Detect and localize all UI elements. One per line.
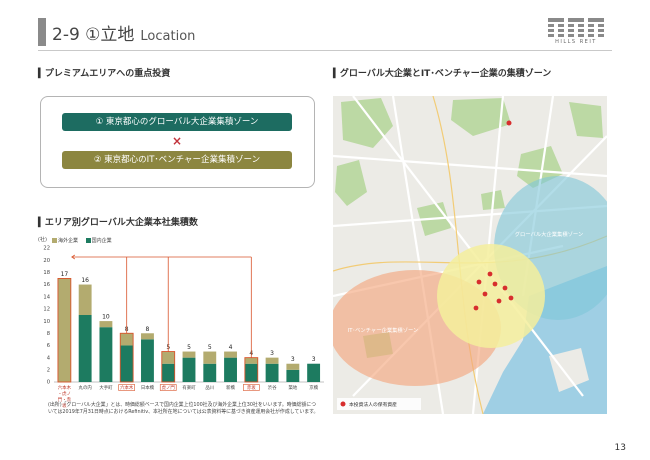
bar-segment [244,357,258,364]
asset-marker [476,279,482,285]
y-tick-label: 14 [43,294,50,300]
bar-segment [307,363,321,382]
map-legend-label: 本投資法人の保有資産 [349,401,397,408]
bar-total-label: 10 [102,314,110,321]
asset-marker [496,298,502,304]
y-tick-label: 16 [43,282,50,288]
bar-segment [203,351,217,364]
y-tick-label: 0 [47,380,50,386]
category-label: ・虎ノ [58,390,71,397]
category-label: 六本木 [120,384,134,391]
page-number: 13 [614,443,626,453]
bar-total-label: 3 [312,356,316,363]
page-title: 2-9 ①立地 Location [52,20,195,45]
bar-total-label: 16 [81,277,89,284]
category-label: 日本橋 [141,384,155,391]
cross-mark: × [171,134,183,148]
bar-total-label: 3 [291,356,295,363]
bar-segment [203,363,217,382]
y-tick-label: 18 [43,270,50,276]
bar-total-label: 17 [61,271,69,278]
premium-area-heading-text: プレミアムエリアへの重点投資 [44,69,171,79]
bar-segment [120,333,134,346]
category-label: 大手町 [99,384,113,391]
category-label: 虎ノ門 [162,384,176,391]
bar-segment [265,357,279,364]
tokyo-zone-map: グローバル大企業集積ゾーン IT･ベンチャー企業集積ゾーン 本投資法人の保有資産 [333,96,607,414]
y-tick-label: 22 [43,246,50,252]
category-label: 有楽町 [182,384,196,391]
asset-marker [482,291,488,297]
y-tick-label: 12 [43,307,50,313]
asset-marker [508,295,514,301]
bar-segment [120,345,134,382]
bar-segment [141,333,154,340]
bar-segment [182,357,196,382]
bar-segment [99,327,113,382]
category-label: 渋谷 [268,384,277,391]
global-zone-pill: ① 東京都心のグローバル大企業集積ゾーン [62,113,292,131]
bar-segment [224,351,237,358]
bar-total-label: 5 [187,344,191,351]
bar-total-label: 5 [208,344,212,351]
bar-total-label: 4 [229,344,233,351]
map-heading: ▍グローバル大企業とIT･ベンチャー企業の集積ゾーン [333,69,552,79]
bar-segment [78,284,92,315]
category-label: 新橋 [226,384,235,391]
y-tick-label: 2 [47,368,50,374]
asset-marker [473,305,479,311]
category-label: 京橋 [309,384,318,391]
category-label: 築地 [288,384,297,391]
it-zone-pill: ② 東京都心のIT･ベンチャー企業集積ゾーン [62,151,292,169]
premium-area-heading: ▍プレミアムエリアへの重点投資 [38,69,171,79]
category-label: 丸の内 [79,384,92,391]
category-label: 赤坂 [247,384,256,391]
y-tick-label: 10 [43,319,50,325]
bar-segment [78,315,92,382]
bar-segment [224,357,237,382]
asset-marker [506,120,512,126]
hq-count-bar-chart: 024681012141618202217六本木・虎ノ門・赤坂16丸の内10大手… [43,246,324,409]
page-title-text: 2-9 ①立地 [52,25,135,45]
y-tick-label: 6 [47,343,50,349]
bar-segment [99,321,113,328]
source-note: (出所)「グローバル大企業」とは、時価総額ベースで国内企業上位100社及び海外企… [48,402,319,416]
bar-segment [161,363,175,382]
bar-total-label: 3 [270,350,274,357]
bar-total-label: 8 [146,326,150,333]
asset-marker [502,285,508,291]
bar-segment [141,339,154,382]
bar-segment [286,363,300,370]
bar-segment [286,369,300,382]
bar-segment [182,351,196,358]
y-tick-label: 20 [43,258,50,264]
page-title-en: Location [140,29,196,44]
header-divider [38,50,612,51]
category-label: 品川 [205,385,214,391]
map-legend-dot [340,401,346,407]
chart-heading-text: エリア別グローバル大企業本社集積数 [44,218,198,228]
bar-segment [265,363,279,382]
logo-wordmark: HILLS REIT [555,39,597,45]
asset-marker [492,281,498,287]
it-zone-label: IT･ベンチャー企業集積ゾーン [348,326,419,334]
global-zone-label: グローバル大企業集積ゾーン [515,230,584,238]
chart-heading: ▍エリア別グローバル大企業本社集積数 [38,218,198,228]
bar-segment [244,363,258,382]
overlap-core-zone [437,244,545,348]
y-tick-label: 4 [47,355,51,361]
y-tick-label: 8 [47,331,50,337]
map-heading-text: グローバル大企業とIT･ベンチャー企業の集積ゾーン [339,69,552,79]
bar-segment [57,278,71,382]
bar-segment [161,351,175,364]
asset-marker [487,271,493,277]
title-accent-bar [38,18,46,46]
category-label: 六本木 [58,384,72,391]
